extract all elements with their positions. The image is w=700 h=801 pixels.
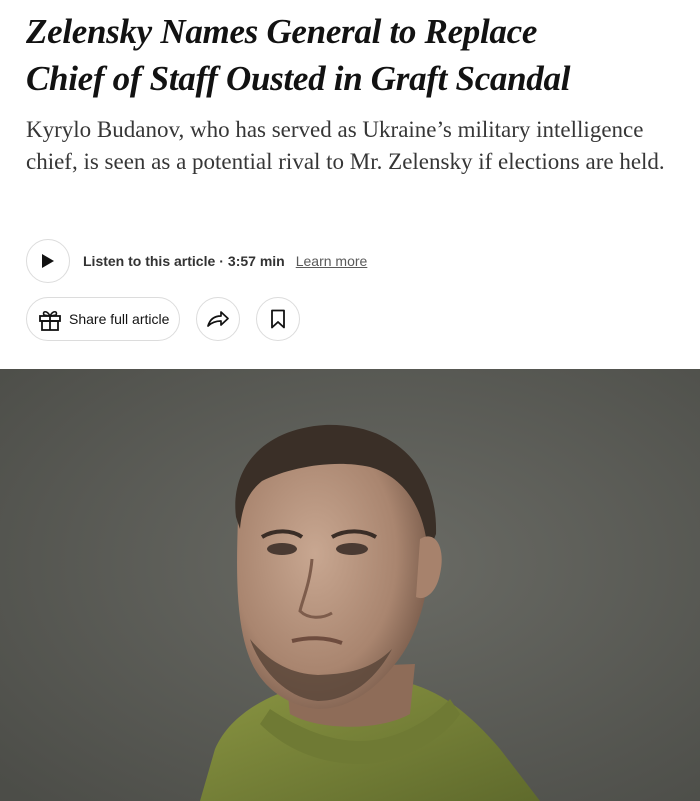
play-icon	[42, 254, 54, 268]
article-summary: Kyrylo Budanov, who has served as Ukrain…	[26, 117, 665, 174]
bookmark-button[interactable]	[256, 297, 301, 341]
play-button[interactable]	[26, 239, 70, 283]
headline-line-1: Zelensky Names General to Replace	[26, 12, 538, 51]
portrait-image	[0, 369, 700, 801]
share-arrow-icon	[207, 311, 230, 327]
headline-line-2: Chief of Staff Ousted in Graft Scandal	[26, 59, 571, 98]
learn-more-link[interactable]: Learn more	[296, 253, 368, 269]
share-button[interactable]	[196, 297, 241, 341]
article-headline: Zelensky Names General to Replace Chief …	[26, 8, 686, 102]
article-actions: Share full article	[26, 296, 301, 342]
listen-separator: ·	[219, 253, 224, 269]
audio-duration: 3:57 min	[227, 253, 285, 269]
audio-player: Listen to this article · 3:57 min Learn …	[26, 238, 367, 284]
bookmark-icon	[271, 309, 286, 329]
share-full-article-button[interactable]: Share full article	[26, 297, 181, 341]
gift-icon	[39, 310, 61, 331]
listen-label[interactable]: Listen to this article	[83, 253, 215, 269]
share-full-article-label: Share full article	[69, 311, 170, 327]
article-photo	[0, 369, 700, 801]
